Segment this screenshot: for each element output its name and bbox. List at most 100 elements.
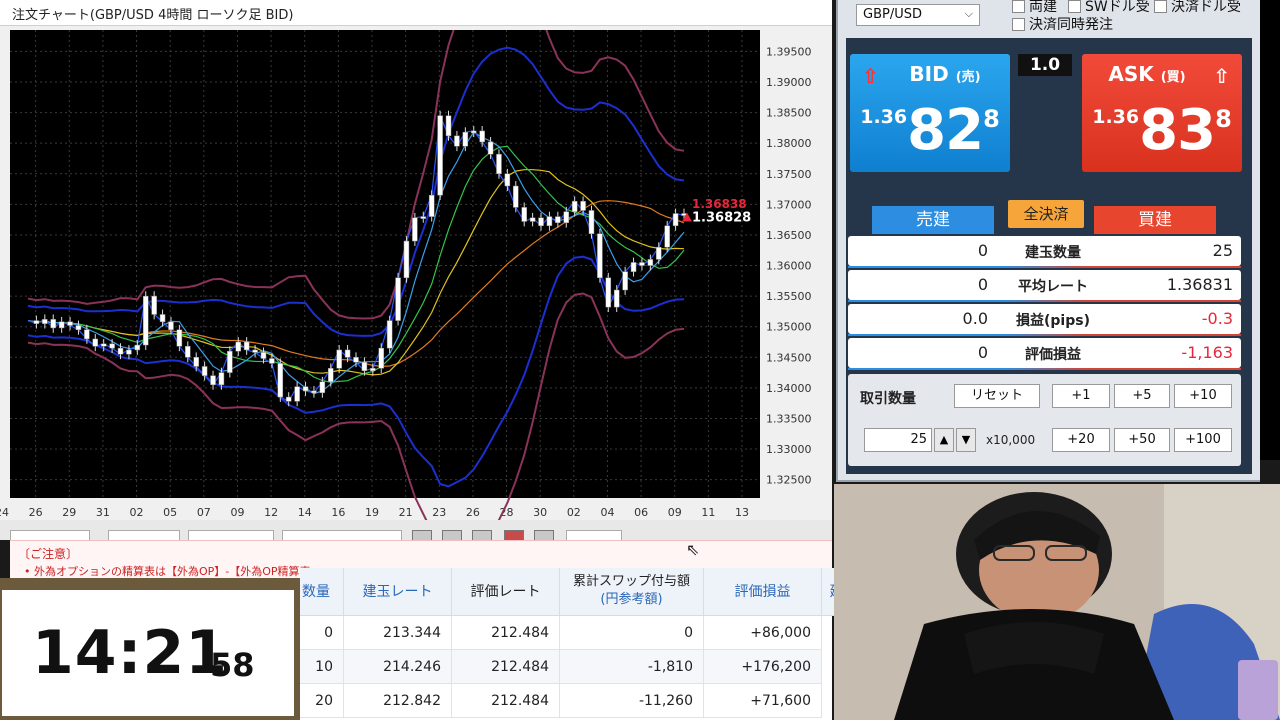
checkbox-icon[interactable] <box>1012 0 1025 13</box>
candle-body <box>521 207 527 222</box>
clock-seconds: 58 <box>210 646 255 684</box>
candle-body <box>311 390 317 394</box>
col-header-pl[interactable]: 評価損益 <box>704 568 822 616</box>
toolbar-button[interactable] <box>442 530 462 540</box>
trade-quantity-label: 取引数量 <box>860 391 916 407</box>
x-tick-label: 19 <box>365 506 379 519</box>
settle-same-checkbox[interactable]: 決済同時発注 <box>1012 14 1113 34</box>
buy-value: -0.3 <box>1201 309 1233 328</box>
candle-body <box>328 368 334 383</box>
notice-text[interactable]: • 外為オプションの精算表は【外為OP】-【外為OP精算表 <box>24 563 311 579</box>
tab-buy[interactable]: 買建 <box>1094 206 1216 234</box>
candle-body <box>487 141 494 155</box>
x-tick-label: 02 <box>130 506 144 519</box>
toolbar-button[interactable] <box>472 530 492 540</box>
toolbar-button[interactable] <box>412 530 432 540</box>
plus-50-button[interactable]: +50 <box>1114 428 1170 452</box>
candle-body <box>420 216 427 219</box>
x-tick-label: 06 <box>634 506 648 519</box>
clock-hours-minutes: 14:21 <box>32 618 228 688</box>
x-tick-label: 09 <box>668 506 682 519</box>
candle-body <box>361 361 368 372</box>
desktop-background <box>1260 0 1280 460</box>
x-tick-label: 14 <box>298 506 312 519</box>
plus-100-button[interactable]: +100 <box>1174 428 1232 452</box>
sell-value: 0 <box>977 275 988 294</box>
plus-20-button[interactable]: +20 <box>1052 428 1110 452</box>
quantity-input[interactable]: 25 <box>864 428 932 452</box>
ask-button[interactable]: ASK (買) ⇧ 1.36838 <box>1082 54 1242 172</box>
sell-value: 0 <box>977 241 988 260</box>
candle-body <box>412 217 418 242</box>
checkbox-icon[interactable] <box>1154 0 1167 13</box>
candle-body <box>193 357 199 367</box>
candle-body <box>353 357 359 363</box>
candle-body <box>664 225 670 248</box>
bid-price-small: 1.36 <box>860 106 908 128</box>
swap-header-line2[interactable]: (円参考額) <box>560 591 703 609</box>
table-cell: 10 <box>300 650 344 684</box>
ask-price: 1.36838 <box>1082 98 1242 163</box>
x-tick-label: 11 <box>701 506 715 519</box>
y-tick-label: 1.39000 <box>766 76 812 89</box>
tab-sell[interactable]: 売建 <box>872 206 994 234</box>
toolbar-button[interactable] <box>504 530 524 540</box>
plus-5-button[interactable]: +5 <box>1114 384 1170 408</box>
table-cell: +176,200 <box>704 650 822 684</box>
plus-1-button[interactable]: +1 <box>1052 384 1110 408</box>
sell-value: 0 <box>977 343 988 362</box>
toolbar-button[interactable] <box>534 530 554 540</box>
x-tick-label: 05 <box>163 506 177 519</box>
candle-body <box>42 319 48 324</box>
settle-checkbox[interactable]: 決済ドル受 <box>1154 0 1241 16</box>
close-all-button[interactable]: 全決済 <box>1008 200 1084 228</box>
toolbar-field[interactable] <box>10 530 90 540</box>
checkbox-icon[interactable] <box>1068 0 1081 13</box>
candle-body <box>555 216 561 223</box>
increment-icon[interactable]: ▲ <box>934 428 954 452</box>
bid-button[interactable]: ⇧ BID (売) 1.36828 <box>850 54 1010 172</box>
candle-body <box>513 185 519 208</box>
candle-body <box>168 321 174 331</box>
toolbar-field[interactable] <box>566 530 622 540</box>
candle-body <box>571 201 578 212</box>
table-cell: 212.484 <box>452 684 560 718</box>
toolbar-field[interactable] <box>282 530 402 540</box>
toolbar-field[interactable] <box>108 530 180 540</box>
decrement-icon[interactable]: ▼ <box>956 428 976 452</box>
candle-body <box>588 210 595 234</box>
candle-body <box>395 277 401 321</box>
candle-body <box>210 375 216 386</box>
candle-body <box>672 213 679 227</box>
y-tick-label: 1.32500 <box>766 474 812 487</box>
currency-pair-select[interactable]: GBP/USD ⌵ <box>856 4 980 26</box>
candle-body <box>294 386 300 402</box>
candle-body <box>285 396 292 402</box>
candle-body <box>67 321 73 326</box>
chevron-down-icon: ⌵ <box>964 7 973 20</box>
candle-body <box>92 338 99 347</box>
y-tick-label: 1.33500 <box>766 412 812 425</box>
row-underline <box>848 300 1241 302</box>
candle-body <box>235 341 242 352</box>
plus-10-button[interactable]: +10 <box>1174 384 1232 408</box>
candle-body <box>260 352 267 359</box>
mouse-cursor-icon: ⇖ <box>686 540 700 559</box>
lot-display: 1.0 <box>1018 54 1072 76</box>
x-tick-label: 12 <box>264 506 278 519</box>
candle-body <box>100 343 107 347</box>
candlestick-chart[interactable]: 1.39500 1.39000 1.38500 1.38000 1.37500 1.370… <box>0 30 832 520</box>
ask-label-small: (買) <box>1160 70 1186 85</box>
reset-button[interactable]: リセット <box>954 384 1040 408</box>
x-tick-label: 04 <box>600 506 614 519</box>
checkbox-icon[interactable] <box>1012 18 1025 31</box>
candle-body <box>437 115 443 196</box>
y-tick-label: 1.37500 <box>766 168 812 181</box>
col-header-open-rate[interactable]: 建玉レート <box>344 568 452 616</box>
table-cell: +86,000 <box>704 616 822 650</box>
bid-label: BID <box>909 62 949 86</box>
candle-body <box>134 344 141 351</box>
y-tick-label: 1.36000 <box>766 260 812 273</box>
x-tick-label: 24 <box>0 506 9 519</box>
toolbar-field[interactable] <box>188 530 274 540</box>
